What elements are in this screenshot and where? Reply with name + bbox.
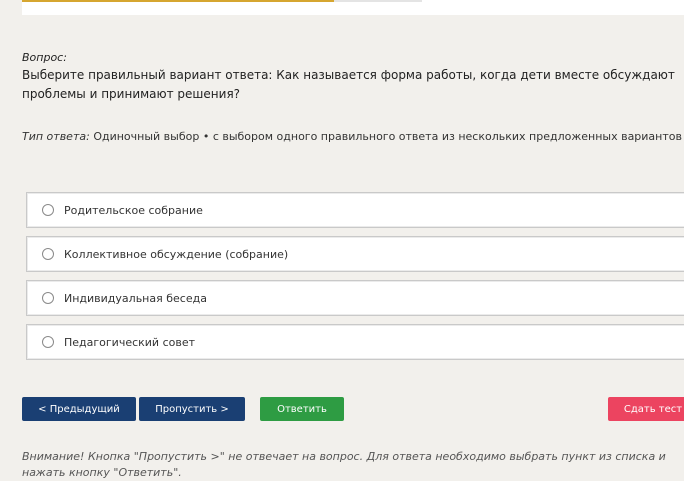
option-label: Педагогический совет	[64, 335, 196, 349]
previous-button[interactable]: < Предыдущий	[22, 397, 136, 421]
option-collective-discussion[interactable]: Коллективное обсуждение (собрание)	[26, 236, 684, 272]
radio-button[interactable]	[42, 204, 54, 216]
finish-test-button[interactable]: Сдать тест	[608, 397, 684, 421]
progress-bar	[22, 0, 422, 2]
option-individual-talk[interactable]: Индивидуальная беседа	[26, 280, 684, 316]
answer-type-value: Одиночный выбор • с выбором одного прави…	[93, 130, 682, 143]
question-text: Выберите правильный вариант ответа: Как …	[22, 68, 675, 101]
option-label: Индивидуальная беседа	[64, 291, 207, 305]
option-pedagogical-council[interactable]: Педагогический совет	[26, 324, 684, 360]
option-label: Коллективное обсуждение (собрание)	[64, 247, 289, 261]
answer-options: Родительское собрание Коллективное обсуж…	[26, 192, 684, 368]
skip-notice: Внимание! Кнопка "Пропустить >" не отвеч…	[22, 450, 666, 479]
question-label: Вопрос:	[22, 51, 67, 64]
radio-button[interactable]	[42, 248, 54, 260]
answer-type-label: Тип ответа:	[22, 130, 90, 143]
radio-button[interactable]	[42, 336, 54, 348]
progress-fill	[22, 0, 334, 2]
radio-button[interactable]	[42, 292, 54, 304]
answer-button[interactable]: Ответить	[260, 397, 344, 421]
option-parent-meeting[interactable]: Родительское собрание	[26, 192, 684, 228]
option-label: Родительское собрание	[64, 203, 203, 217]
answer-type: Тип ответа: Одиночный выбор • с выбором …	[22, 130, 682, 143]
skip-button[interactable]: Пропустить >	[139, 397, 245, 421]
previous-panel	[22, 0, 684, 15]
